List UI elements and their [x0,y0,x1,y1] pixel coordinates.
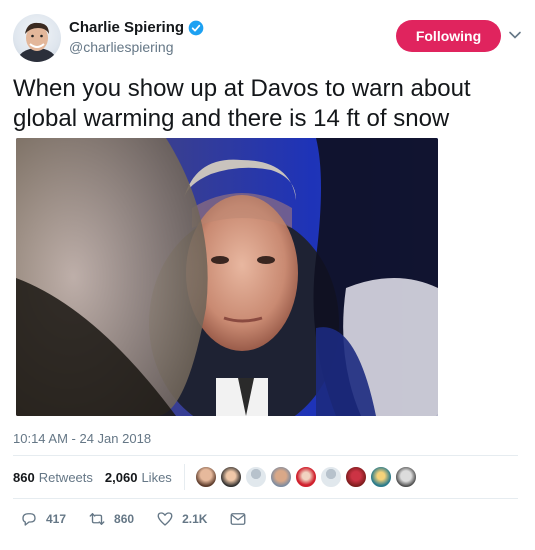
following-button[interactable]: Following [396,20,501,52]
likes-count: 2,060 [104,469,138,485]
likes-stat[interactable]: 2,060 Likes [105,470,172,485]
reply-button[interactable]: 417 [20,510,66,528]
direct-message-icon [230,513,246,525]
like-button[interactable]: 2.1K [156,510,207,528]
tweet-header: Charlie Spiering @charliespiering Follow… [13,14,523,64]
liker-avatar[interactable] [219,466,242,488]
liker-avatar[interactable] [319,466,342,488]
liker-avatar[interactable] [269,466,292,488]
stats-separator [183,464,185,490]
engagement-stats: 860 Retweets 2,060 Likes [13,464,420,490]
reply-count: 417 [46,512,67,526]
user-handle[interactable]: @charliespiering [69,39,173,55]
reply-icon [22,513,36,526]
retweets-label: Retweets [38,469,93,485]
liker-avatar[interactable] [244,466,267,488]
liker-avatar[interactable] [394,466,417,488]
name-row: Charlie Spiering [69,19,204,36]
display-name[interactable]: Charlie Spiering [69,19,184,36]
divider [13,498,518,499]
tweet-photo[interactable] [16,138,438,416]
liker-avatar[interactable] [369,466,392,488]
liker-avatar[interactable] [194,466,217,488]
avatar[interactable] [13,14,61,62]
retweet-icon [89,513,105,525]
likes-label: Likes [141,469,172,485]
likers-avatars [194,466,420,488]
retweets-stat[interactable]: 860 Retweets [13,470,93,485]
liker-avatar[interactable] [294,466,317,488]
retweet-button[interactable]: 860 [88,510,134,528]
heart-icon [157,512,173,526]
chevron-down-icon[interactable] [508,28,522,42]
verified-badge-icon [188,20,204,35]
divider [13,455,518,456]
retweet-count: 860 [114,512,135,526]
retweets-count: 860 [13,469,35,485]
tweet-text: When you show up at Davos to warn about … [13,75,471,132]
direct-message-button[interactable] [229,510,255,528]
tweet-timestamp[interactable]: 10:14 AM - 24 Jan 2018 [13,431,151,446]
liker-avatar[interactable] [344,466,367,488]
like-count: 2.1K [182,512,208,526]
tweet-actions: 417 860 2.1K [20,510,277,528]
